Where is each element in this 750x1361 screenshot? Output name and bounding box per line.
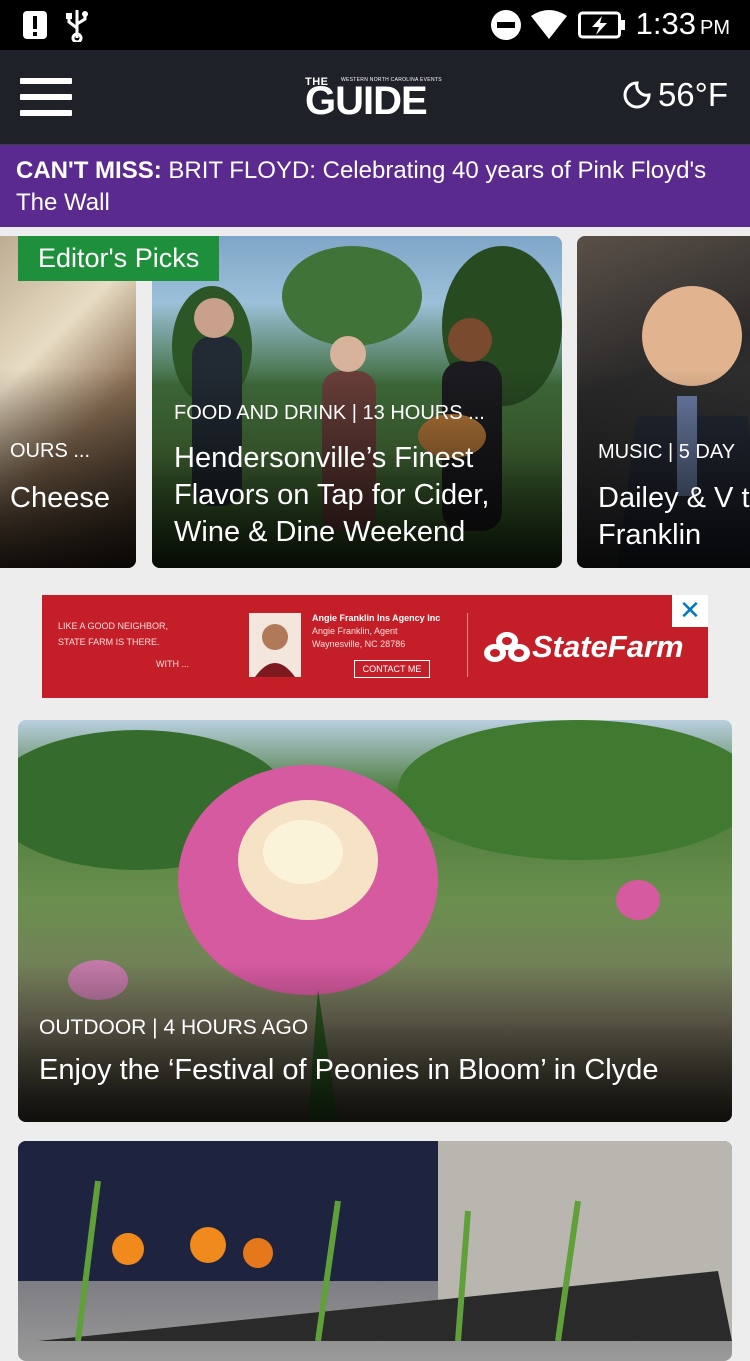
editors-pick-card-cheese[interactable]: OURS ... Cheese — [0, 236, 136, 568]
usb-icon — [66, 10, 88, 42]
story-title: Enjoy the ‘Festival of Peonies in Bloom’… — [39, 1054, 659, 1086]
card-meta: FOOD AND DRINK | 13 HOURS ... — [174, 402, 485, 424]
do-not-disturb-icon — [491, 10, 521, 40]
story-card-plants[interactable] — [18, 1141, 732, 1361]
close-ad-button[interactable]: ✕ — [672, 595, 708, 627]
editors-picks-carousel[interactable]: OURS ... Cheese FOOD AND DRINK | 13 HOUR… — [0, 236, 750, 570]
logo-main: GUIDE — [305, 79, 428, 123]
card-meta: MUSIC | 5 DAY — [598, 441, 736, 463]
alert-icon — [23, 11, 47, 39]
agent-title: Angie Franklin, Agent — [312, 626, 398, 636]
ad-text: WITH ... — [156, 659, 189, 669]
card-title: Dailey & V to Franklin — [598, 482, 750, 551]
editors-picks-badge: Editor's Picks — [18, 236, 220, 281]
temperature: 56°F — [657, 76, 728, 113]
cant-miss-label: CAN'T MISS: — [16, 157, 162, 184]
wifi-icon — [531, 10, 567, 39]
contact-me-button[interactable]: CONTACT ME — [354, 660, 430, 678]
ad-text: LIKE A GOOD NEIGHBOR, — [58, 621, 169, 631]
card-title: Cheese — [10, 482, 110, 514]
agent-city: Waynesville, NC 28786 — [312, 639, 406, 649]
ad-divider — [467, 613, 468, 677]
clock: 1:33 PM — [635, 6, 730, 41]
hamburger-menu-button[interactable] — [20, 78, 72, 116]
editors-pick-card-dailey-vincent[interactable]: MUSIC | 5 DAY Dailey & V to Franklin — [577, 236, 750, 568]
editors-pick-card-hendersonville[interactable]: FOOD AND DRINK | 13 HOURS ... Hendersonv… — [152, 236, 562, 568]
state-farm-brand: StateFarm — [532, 629, 684, 664]
moon-icon — [623, 81, 651, 109]
app-bar: THE WESTERN NORTH CAROLINA EVENTS GUIDE … — [0, 50, 750, 145]
battery-charging-icon — [578, 11, 625, 39]
story-card-peonies[interactable]: OUTDOOR | 4 HOURS AGO Enjoy the ‘Festiva… — [18, 720, 732, 1122]
card-title: Hendersonville’s Finest Flavors on Tap f… — [174, 442, 490, 548]
state-farm-logo-icon — [484, 632, 530, 662]
weather-widget[interactable]: 56°F — [622, 76, 728, 114]
cant-miss-banner[interactable]: CAN'T MISS: BRIT FLOYD: Celebrating 40 y… — [0, 145, 750, 227]
status-bar: 1:33 PM — [0, 0, 750, 50]
state-farm-ad[interactable]: LIKE A GOOD NEIGHBOR, STATE FARM IS THER… — [42, 595, 708, 698]
card-meta: OURS ... — [10, 440, 91, 462]
agent-name: Angie Franklin Ins Agency Inc — [312, 613, 441, 623]
the-guide-logo[interactable]: THE WESTERN NORTH CAROLINA EVENTS GUIDE — [305, 73, 447, 123]
agent-photo — [249, 613, 301, 677]
story-meta: OUTDOOR | 4 HOURS AGO — [39, 1016, 309, 1039]
ad-text: STATE FARM IS THERE. — [58, 637, 160, 647]
plants-photo — [18, 1141, 732, 1341]
